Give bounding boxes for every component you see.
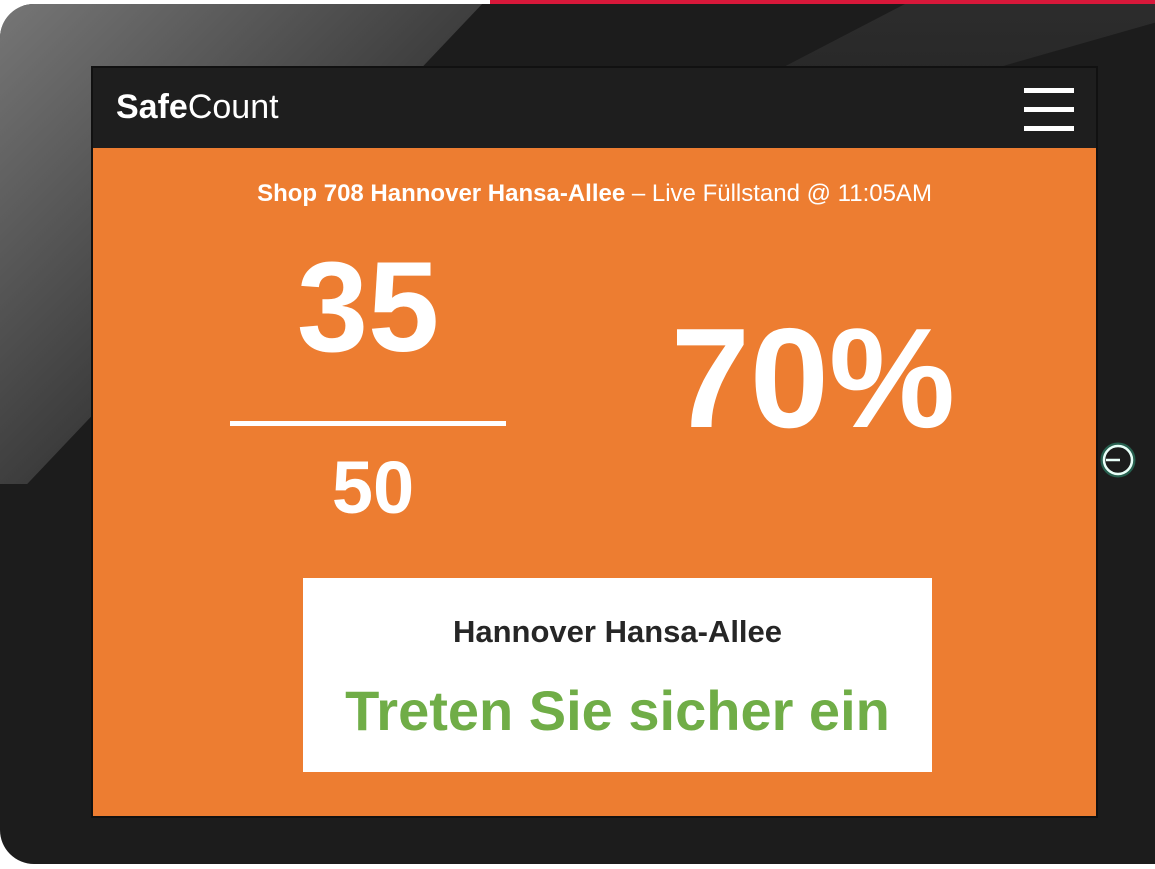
app-header: SafeCount xyxy=(93,68,1096,148)
live-fill-level-label: Live Füllstand @ 11:05AM xyxy=(651,180,932,207)
menu-bar-bottom xyxy=(1024,126,1074,131)
brand-name-light: Count xyxy=(187,88,279,126)
entry-status-card: Hannover Hansa-Allee Treten Sie sicher e… xyxy=(303,578,932,772)
fraction-divider xyxy=(230,421,506,426)
live-status-line: Shop 708 Hannover Hansa-Allee – Live Fül… xyxy=(93,180,1096,208)
capacity-count: 50 xyxy=(331,446,415,529)
brand-name-bold: Safe xyxy=(116,88,188,126)
app-screen: SafeCount Shop 708 Hannover Hansa-Allee … xyxy=(93,68,1096,816)
card-location-name: Hannover Hansa-Allee xyxy=(452,614,783,649)
brand-logo: SafeCount xyxy=(116,88,279,127)
tablet-frame: SafeCount Shop 708 Hannover Hansa-Allee … xyxy=(0,4,1155,864)
power-icon[interactable] xyxy=(1098,438,1138,482)
current-visitor-count: 35 xyxy=(296,236,440,379)
menu-bar-middle xyxy=(1024,107,1074,112)
hamburger-menu-icon[interactable] xyxy=(1024,88,1074,132)
occupancy-percentage: 70% xyxy=(670,299,956,458)
status-separator: – xyxy=(625,180,652,207)
entry-message: Treten Sie sicher ein xyxy=(345,679,890,742)
shop-name: Shop 708 Hannover Hansa-Allee xyxy=(257,180,626,207)
menu-bar-top xyxy=(1024,88,1074,93)
